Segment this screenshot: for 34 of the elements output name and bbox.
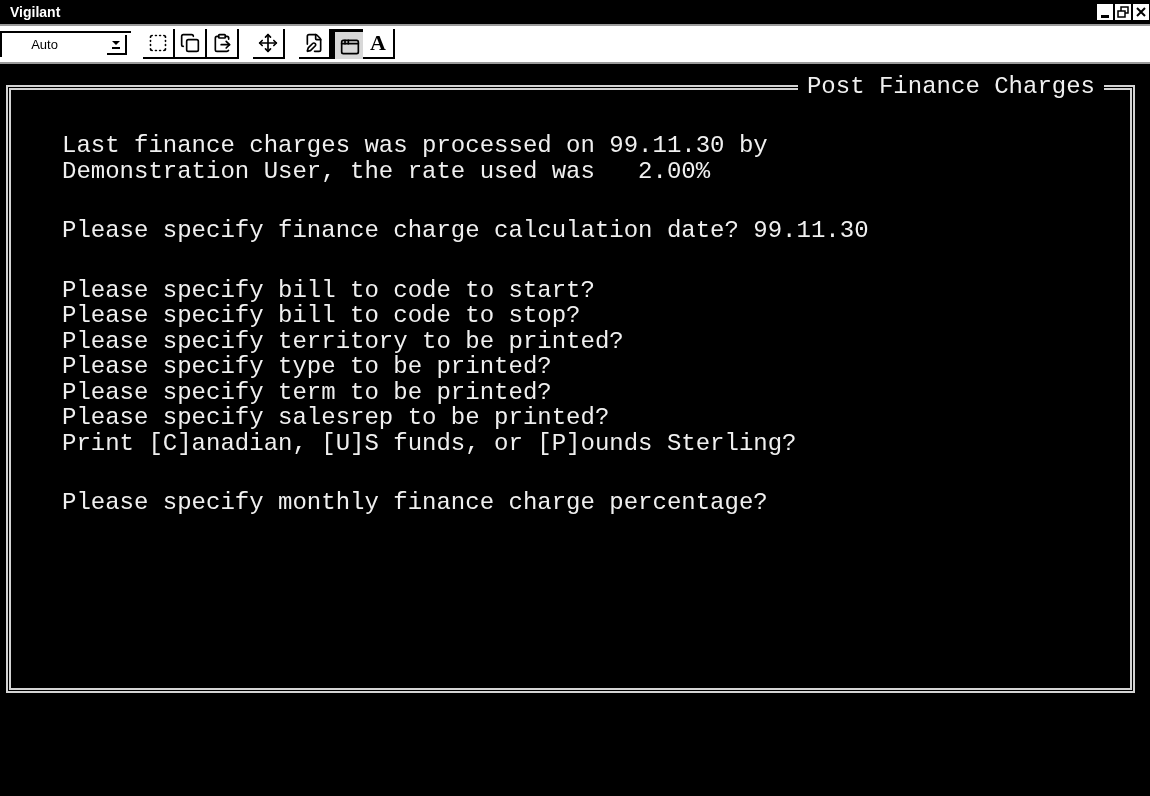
copy-icon <box>180 33 200 53</box>
toolbar-button[interactable] <box>299 29 331 59</box>
dashed-selection-icon <box>148 33 168 53</box>
prompt-line: Please specify type to be printed? <box>62 354 552 380</box>
prompt-line: Please specify bill to code to stop? <box>62 303 581 329</box>
toolbar-button[interactable] <box>207 29 239 59</box>
prompt-line: Print [C]anadian, [U]S funds, or [P]ounds Sterling? <box>62 430 797 456</box>
zoom-dropdown-value: Auto <box>30 36 59 55</box>
minimize-icon <box>1101 15 1109 18</box>
toolbar-button[interactable] <box>143 29 175 59</box>
prompt-line: Please specify finance charge calculation date? 99.11.30 <box>62 218 869 244</box>
restore-button[interactable] <box>1115 4 1131 20</box>
prompt-line: Please specify bill to code to start? <box>62 277 595 303</box>
toolbar-button[interactable] <box>253 29 285 59</box>
prompt-line: Last finance charges was processed on 99.11.30 by <box>62 133 768 159</box>
toolbar-button[interactable] <box>175 29 207 59</box>
font-button[interactable]: A <box>363 29 395 59</box>
prompt-line: Please specify monthly finance charge percentage? <box>62 490 768 516</box>
caret-icon <box>112 39 120 49</box>
close-icon <box>1136 7 1146 17</box>
toolbar-button[interactable] <box>331 29 363 59</box>
prompt-line: Please specify term to be printed? <box>62 379 552 405</box>
document-edit-icon <box>304 33 324 53</box>
prompt-line: Demonstration User, the rate used was 2.00% <box>62 158 711 184</box>
screen-title: Post Finance Charges <box>797 74 1104 100</box>
zoom-dropdown[interactable]: Auto <box>0 31 131 57</box>
prompt-line: Please specify territory to be printed? <box>62 328 624 354</box>
move-arrows-icon <box>258 33 278 53</box>
prompt-line: Please specify salesrep to be printed? <box>62 405 610 431</box>
paste-icon <box>212 33 232 53</box>
restore-icon <box>1117 6 1129 18</box>
window-title: Vigilant <box>10 5 61 19</box>
close-button[interactable] <box>1133 4 1149 20</box>
minimize-button[interactable] <box>1097 4 1113 20</box>
